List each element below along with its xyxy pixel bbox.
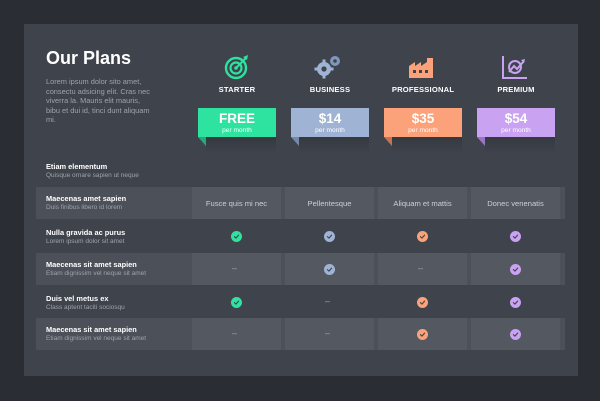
feature-sublabel: Duis finibus libero id lorem bbox=[46, 204, 123, 211]
check-icon bbox=[230, 230, 242, 242]
target-icon bbox=[224, 55, 248, 80]
price-amount: $54 bbox=[504, 111, 528, 126]
factory-icon bbox=[409, 58, 433, 78]
check-icon bbox=[509, 263, 521, 275]
plan-name-premium: PREMIUM bbox=[497, 85, 535, 94]
gears-icon bbox=[314, 56, 340, 79]
price-tag-professional[interactable]: $35 per month bbox=[384, 108, 462, 137]
check-icon bbox=[323, 263, 335, 275]
check-icon bbox=[416, 328, 428, 340]
price-tag-premium[interactable]: $54 per month bbox=[477, 108, 555, 137]
price-tag-shadow bbox=[299, 137, 369, 153]
price-tag-business[interactable]: $14 per month bbox=[291, 108, 369, 137]
dash-mark: – bbox=[325, 296, 331, 306]
feature-label: Maecenas amet sapien bbox=[46, 194, 127, 203]
check-icon bbox=[509, 328, 521, 340]
check-icon bbox=[230, 296, 242, 308]
page-description: Lorem ipsum dolor sito amet, consectu ad… bbox=[46, 77, 150, 125]
price-tag-shadow bbox=[485, 137, 555, 153]
feature-sublabel: Etiam dignissim vel neque sit amet bbox=[46, 335, 147, 342]
table-cell: Pellentesque bbox=[285, 187, 374, 219]
cell-text: Fusce quis mi nec bbox=[205, 198, 268, 208]
price-amount: $35 bbox=[411, 111, 435, 126]
price-period: per month bbox=[315, 127, 345, 134]
table-cell: Aliquam et mattis bbox=[378, 187, 467, 219]
dash-mark: – bbox=[325, 328, 331, 338]
cell-text: Donec venenatis bbox=[487, 198, 544, 208]
feature-label: Duis vel metus ex bbox=[46, 294, 109, 303]
price-tag-shadow bbox=[392, 137, 462, 153]
check-icon bbox=[323, 230, 335, 242]
price-amount: FREE bbox=[218, 111, 255, 126]
growth-chart-icon bbox=[502, 56, 527, 79]
cell-text: Pellentesque bbox=[307, 198, 352, 208]
price-period: per month bbox=[408, 127, 438, 134]
cell-text: Aliquam et mattis bbox=[393, 198, 452, 208]
price-tag-starter[interactable]: FREE per month bbox=[198, 108, 276, 137]
price-period: per month bbox=[222, 127, 252, 134]
pricing-card: Our Plans Lorem ipsum dolor sito amet, c… bbox=[24, 24, 578, 376]
feature-label: Nulla gravida ac purus bbox=[46, 228, 126, 237]
price-tag-fold bbox=[384, 137, 392, 146]
check-icon bbox=[509, 230, 521, 242]
table-cell: Fusce quis mi nec bbox=[192, 187, 281, 219]
price-amount: $14 bbox=[318, 111, 342, 126]
plan-name-business: BUSINESS bbox=[309, 85, 351, 94]
feature-sublabel: Etiam dignissim vel neque sit amet bbox=[46, 270, 147, 277]
price-tag-fold bbox=[198, 137, 206, 146]
dash-mark: – bbox=[232, 263, 238, 273]
feature-sublabel: Class aptent taciti sociosqu bbox=[46, 304, 125, 311]
dash-mark: – bbox=[232, 328, 238, 338]
check-icon bbox=[509, 296, 521, 308]
price-period: per month bbox=[501, 127, 531, 134]
check-icon bbox=[416, 296, 428, 308]
table-cell: Donec venenatis bbox=[471, 187, 560, 219]
feature-label: Etiam elementum bbox=[46, 162, 108, 171]
plan-name-starter: STARTER bbox=[218, 85, 256, 94]
feature-sublabel: Lorem ipsum dolor sit amet bbox=[46, 238, 125, 245]
feature-label: Maecenas sit amet sapien bbox=[46, 260, 137, 269]
check-icon bbox=[416, 230, 428, 242]
feature-label: Maecenas sit amet sapien bbox=[46, 325, 137, 334]
page-title: Our Plans bbox=[46, 48, 132, 68]
feature-sublabel: Quisque ornare sapien ut neque bbox=[46, 172, 139, 179]
dash-mark: – bbox=[418, 263, 424, 273]
price-tag-shadow bbox=[206, 137, 276, 153]
price-tag-fold bbox=[477, 137, 485, 146]
plan-name-professional: PROFESSIONAL bbox=[391, 85, 455, 94]
price-tag-fold bbox=[291, 137, 299, 146]
